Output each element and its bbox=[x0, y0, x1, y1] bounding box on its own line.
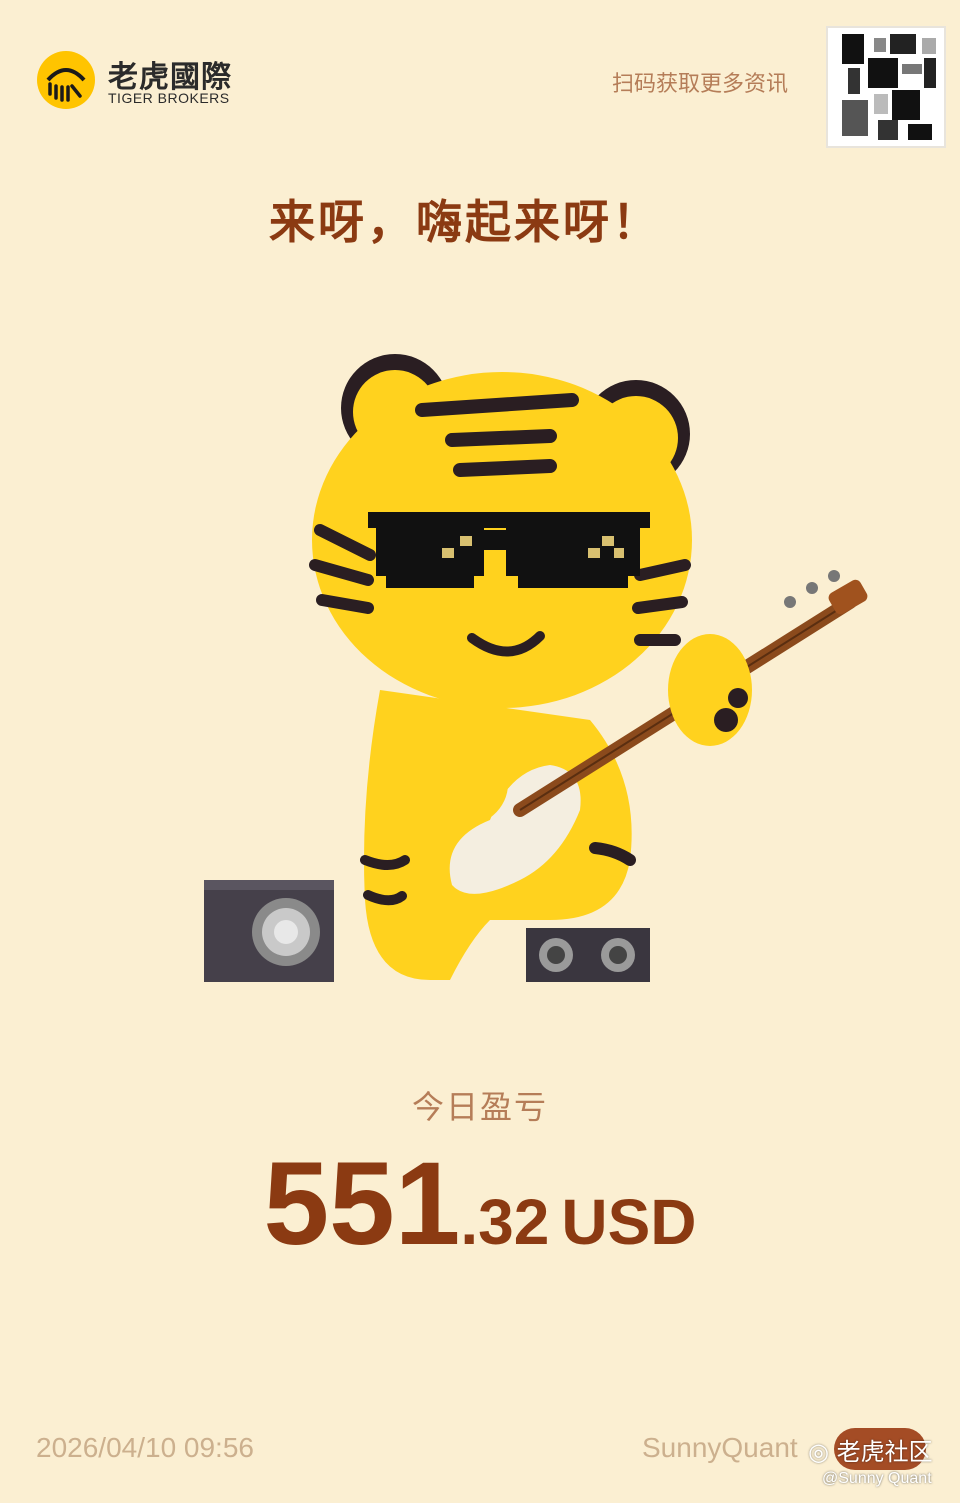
speaker-small-icon bbox=[526, 928, 650, 982]
brand-name-en: TIGER BROKERS bbox=[108, 90, 230, 106]
tiger-logo-icon bbox=[37, 51, 95, 109]
pnl-value: 551.32 USD bbox=[0, 1136, 960, 1272]
speaker-large-icon bbox=[204, 880, 334, 982]
watermark-community: ◎ 老虎社区 bbox=[808, 1438, 933, 1466]
username: SunnyQuant bbox=[642, 1432, 798, 1463]
qr-pattern bbox=[842, 34, 936, 140]
scan-prompt: 扫码获取更多资讯 bbox=[612, 72, 789, 97]
brand-logo: 老虎國際 TIGER BROKERS bbox=[36, 50, 236, 110]
headline: 来呀，嗨起来呀！ bbox=[269, 195, 661, 249]
pnl-label: 今日盈亏 bbox=[411, 1088, 548, 1126]
pnl-integer: 551 bbox=[263, 1138, 461, 1270]
pnl-currency: USD bbox=[561, 1186, 697, 1258]
pnl-decimal: .32 bbox=[460, 1186, 550, 1258]
qr-code-icon[interactable] bbox=[826, 26, 946, 148]
tiger-mascot-with-guitar-icon bbox=[204, 354, 868, 982]
watermark-handle: @Sunny Quant bbox=[822, 1470, 932, 1487]
timestamp: 2026/04/10 09:56 bbox=[36, 1432, 254, 1463]
